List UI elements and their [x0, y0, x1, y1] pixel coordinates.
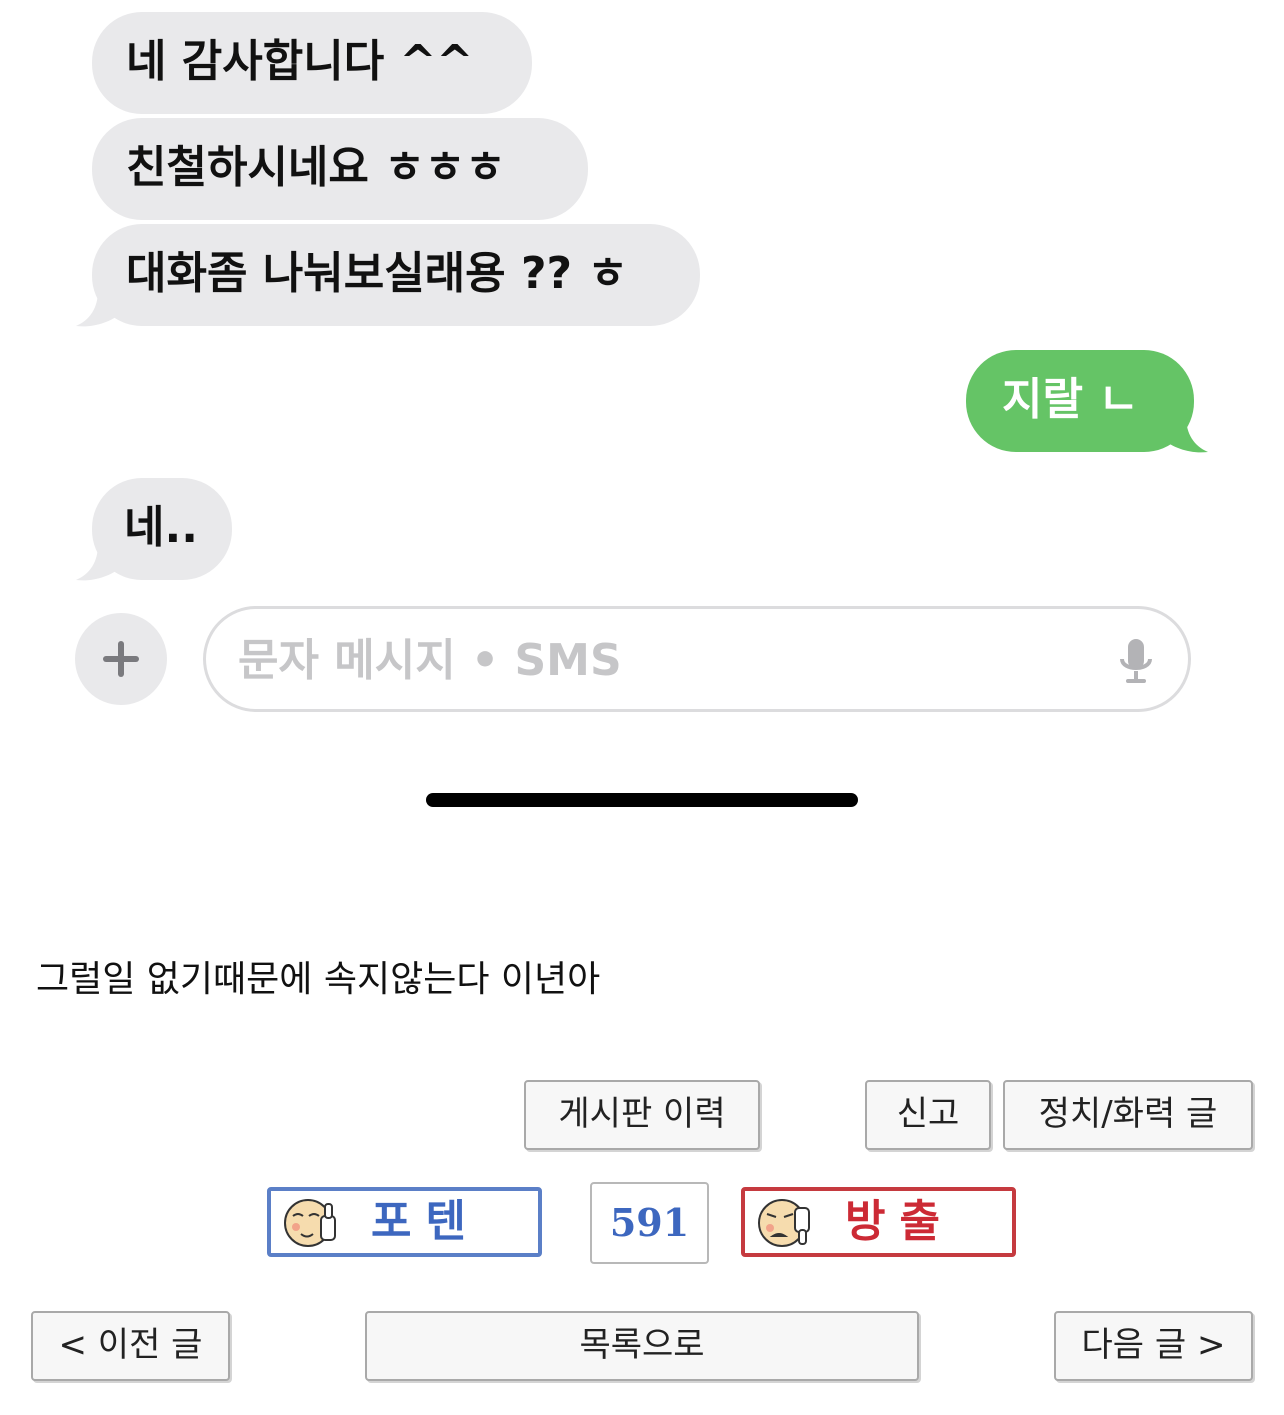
message-composer[interactable]: [203, 606, 1191, 712]
incoming-message-bubble: 네 감사합니다 ^^: [92, 12, 532, 114]
post-caption: 그럴일 없기때문에 속지않는다 이년아: [36, 959, 601, 1000]
plus-icon: [103, 641, 139, 677]
home-indicator: [426, 793, 858, 807]
incoming-message-bubble: 친철하시네요 ㅎㅎㅎ: [92, 118, 588, 220]
report-button[interactable]: 신고: [865, 1080, 991, 1150]
previous-post-button[interactable]: < 이전 글: [31, 1311, 230, 1381]
message-text: 네..: [124, 502, 198, 553]
message-text: 지랄 ㄴ: [1002, 374, 1139, 425]
incoming-bubble-tail: [76, 544, 120, 581]
incoming-message-bubble: 대화좀 나눠보실래용 ?? ㅎ: [92, 224, 700, 326]
next-post-button[interactable]: 다음 글 >: [1054, 1311, 1253, 1381]
back-to-list-button[interactable]: 목록으로: [365, 1311, 919, 1381]
downvote-button[interactable]: 방출: [741, 1187, 1016, 1257]
category-posts-button[interactable]: 정치/화력 글: [1003, 1080, 1253, 1150]
thumbs-up-face-icon: [284, 1199, 336, 1247]
vote-count: 591: [590, 1182, 709, 1264]
downvote-label: 방출: [845, 1196, 954, 1247]
message-text: 네 감사합니다 ^^: [126, 36, 474, 87]
upvote-label: 포텐: [371, 1196, 480, 1247]
incoming-bubble-tail: [76, 290, 120, 327]
outgoing-bubble-tail: [1164, 416, 1208, 453]
message-text: 대화좀 나눠보실래용 ?? ㅎ: [126, 248, 628, 299]
message-text: 친철하시네요 ㅎㅎㅎ: [126, 142, 506, 193]
message-input[interactable]: [236, 627, 1080, 693]
thumbs-down-face-icon: [758, 1199, 810, 1247]
upvote-button[interactable]: 포텐: [267, 1187, 542, 1257]
add-attachment-button[interactable]: [75, 613, 167, 705]
microphone-icon[interactable]: [1116, 637, 1156, 687]
board-history-button[interactable]: 게시판 이력: [524, 1080, 760, 1150]
